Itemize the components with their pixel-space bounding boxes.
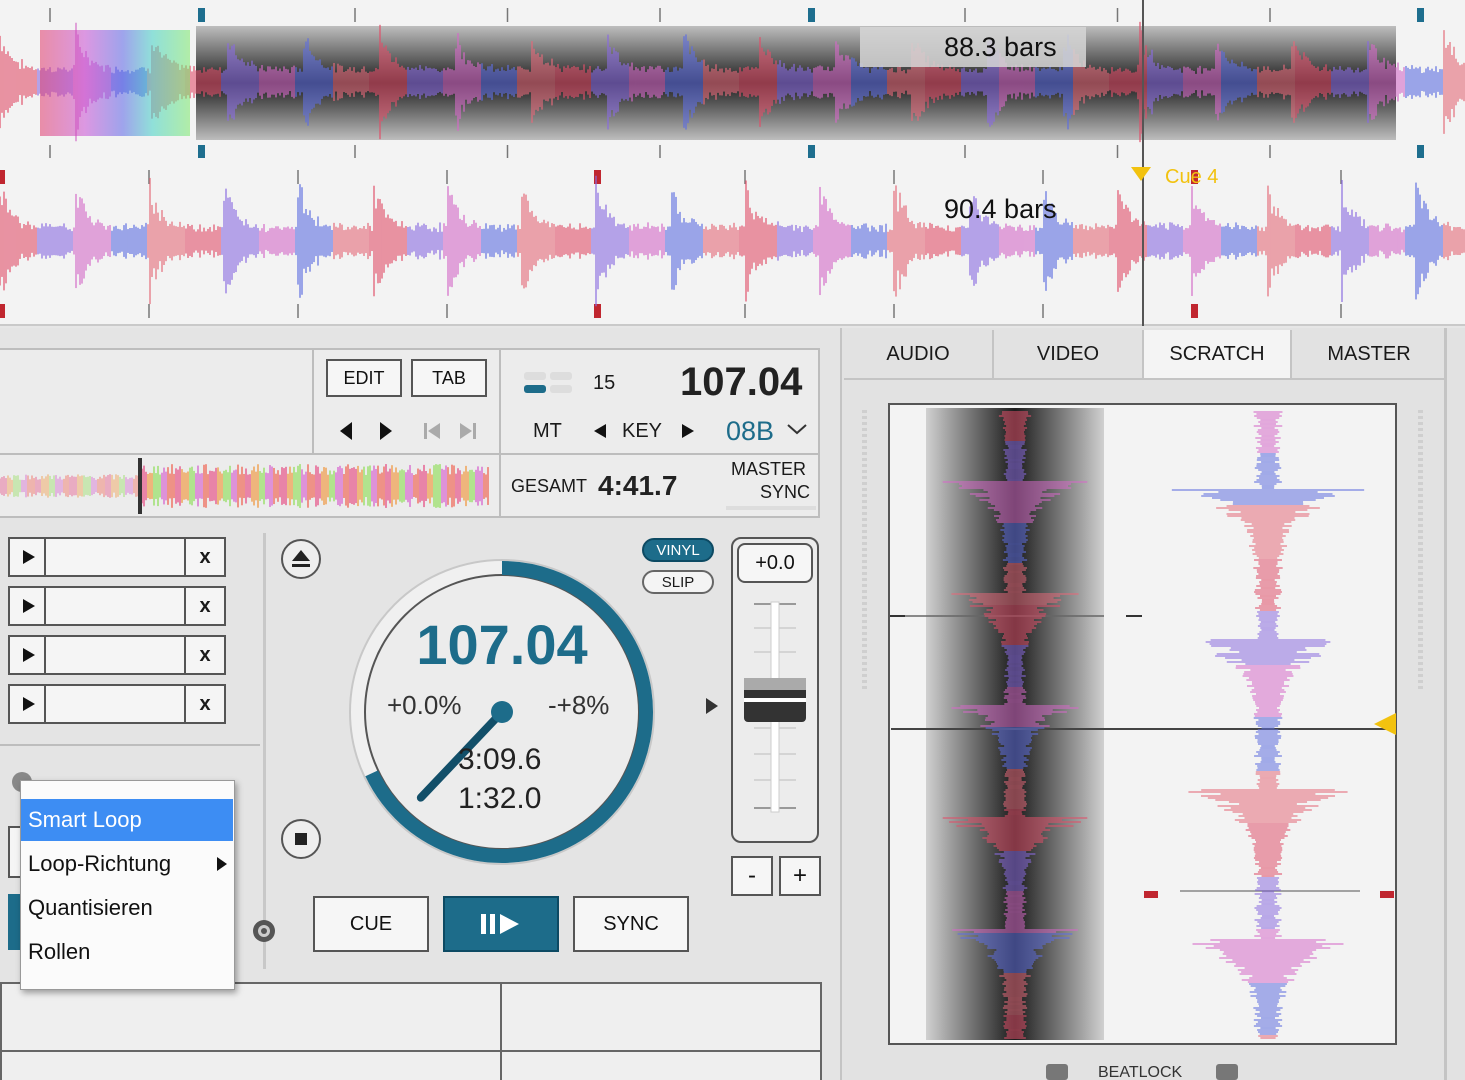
- stop-icon: [295, 833, 307, 845]
- divider: [499, 348, 501, 518]
- pitch-range-number: 15: [593, 372, 616, 394]
- pitch-plus-button[interactable]: +: [779, 856, 821, 896]
- panel-tabs: AUDIO VIDEO SCRATCH MASTER: [844, 330, 1444, 380]
- divider: [0, 744, 260, 746]
- gesamt-value: 4:41.7: [598, 470, 678, 501]
- next-icon[interactable]: [380, 422, 392, 440]
- eject-button[interactable]: [280, 538, 324, 582]
- gesamt-label: GESAMT: [511, 476, 588, 496]
- bottom-panel: [0, 982, 822, 1080]
- play-icon: [23, 550, 35, 564]
- key-value[interactable]: 08B: [726, 416, 774, 447]
- pitch-minus-button[interactable]: -: [731, 856, 773, 896]
- tab-button[interactable]: TAB: [411, 359, 487, 397]
- divider: [500, 982, 502, 1080]
- sample-slot[interactable]: x: [8, 537, 226, 577]
- divider: [1444, 328, 1447, 1080]
- master-tempo-label[interactable]: MT: [533, 420, 562, 443]
- menu-item-loop-richtung[interactable]: Loop-Richtung: [21, 843, 233, 885]
- master-label[interactable]: MASTER: [731, 459, 806, 480]
- play-icon: [23, 599, 35, 613]
- slot-play-button[interactable]: [10, 539, 46, 575]
- beatlock-right-toggle[interactable]: [1216, 1064, 1238, 1080]
- key-down-icon[interactable]: [594, 424, 606, 438]
- divider: [0, 1050, 822, 1052]
- context-menu: Smart Loop Loop-Richtung Quantisieren Ro…: [20, 780, 235, 990]
- menu-item-smart-loop[interactable]: Smart Loop: [21, 799, 233, 841]
- platter-pitch-left: +0.0%: [387, 690, 462, 720]
- slot-close-button[interactable]: x: [184, 637, 224, 673]
- play-small-icon[interactable]: [703, 696, 721, 716]
- sample-slot[interactable]: x: [8, 635, 226, 675]
- stop-button[interactable]: [280, 818, 324, 862]
- bpm-display: 107.04: [680, 360, 803, 404]
- tab-audio[interactable]: AUDIO: [844, 330, 994, 378]
- menu-item-rollen[interactable]: Rollen: [21, 931, 233, 973]
- menu-item-label: Quantisieren: [28, 895, 153, 920]
- intro-spectrum: [40, 30, 190, 136]
- cue-label: Cue 4: [1165, 166, 1219, 188]
- tab-video[interactable]: VIDEO: [994, 330, 1144, 378]
- scratch-waveform-view[interactable]: [860, 400, 1440, 1050]
- slot-play-button[interactable]: [10, 686, 46, 722]
- sample-slot[interactable]: x: [8, 586, 226, 626]
- skip-end-icon[interactable]: [460, 423, 476, 439]
- submenu-arrow-icon: [217, 857, 227, 871]
- beatlock-left-toggle[interactable]: [1046, 1064, 1068, 1080]
- edit-button[interactable]: EDIT: [326, 359, 402, 397]
- play-pause-button[interactable]: [443, 896, 559, 952]
- settings-gear-icon[interactable]: [250, 917, 278, 945]
- key-label: KEY: [622, 420, 663, 442]
- cue-button[interactable]: CUE: [313, 896, 429, 952]
- beatlock-label: BEATLOCK: [1098, 1064, 1183, 1080]
- menu-item-label: Rollen: [28, 939, 91, 964]
- overview-waveform[interactable]: [0, 456, 498, 516]
- platter-elapsed: 3:09.6: [458, 743, 542, 776]
- menu-item-label: Smart Loop: [28, 807, 142, 832]
- sync-button[interactable]: SYNC: [573, 896, 689, 952]
- top-bars-label: 88.3 bars: [944, 32, 1057, 62]
- slot-play-button[interactable]: [10, 637, 46, 673]
- play-pause-icon: [481, 914, 519, 934]
- platter-bpm: 107.04: [416, 613, 588, 676]
- divider: [312, 348, 314, 454]
- slot-close-button[interactable]: x: [184, 539, 224, 575]
- prev-icon[interactable]: [340, 422, 352, 440]
- waveform-display[interactable]: [0, 0, 1465, 326]
- menu-item-label: Loop-Richtung: [28, 851, 172, 876]
- pitch-slider[interactable]: [744, 598, 806, 818]
- divider: [0, 453, 820, 455]
- play-icon: [23, 648, 35, 662]
- cue-marker-icon[interactable]: [1131, 167, 1151, 181]
- tab-master[interactable]: MASTER: [1294, 330, 1444, 378]
- sync-small-label[interactable]: SYNC: [760, 482, 810, 503]
- divider: [263, 533, 266, 969]
- slot-play-button[interactable]: [10, 588, 46, 624]
- pitch-range-indicator[interactable]: [522, 370, 578, 396]
- skip-start-icon[interactable]: [424, 423, 440, 439]
- slot-close-button[interactable]: x: [184, 686, 224, 722]
- platter-pitch-right: -+8%: [548, 690, 610, 720]
- tab-scratch[interactable]: SCRATCH: [1144, 330, 1292, 378]
- track-nav-icons: [340, 422, 476, 440]
- waveform-area[interactable]: 88.3 bars 90.4 bars Cue 4: [0, 0, 1465, 326]
- slot-close-button[interactable]: x: [184, 588, 224, 624]
- bottom-bars-label: 90.4 bars: [944, 194, 1057, 224]
- menu-item-quantisieren[interactable]: Quantisieren: [21, 887, 233, 929]
- pitch-value-display[interactable]: +0.0: [737, 543, 813, 583]
- sync-indicator: [726, 506, 816, 510]
- sample-slot[interactable]: x: [8, 684, 226, 724]
- key-up-icon[interactable]: [682, 424, 694, 438]
- play-icon: [23, 697, 35, 711]
- chevron-down-icon[interactable]: [786, 422, 808, 436]
- platter-remaining: 1:32.0: [458, 782, 542, 815]
